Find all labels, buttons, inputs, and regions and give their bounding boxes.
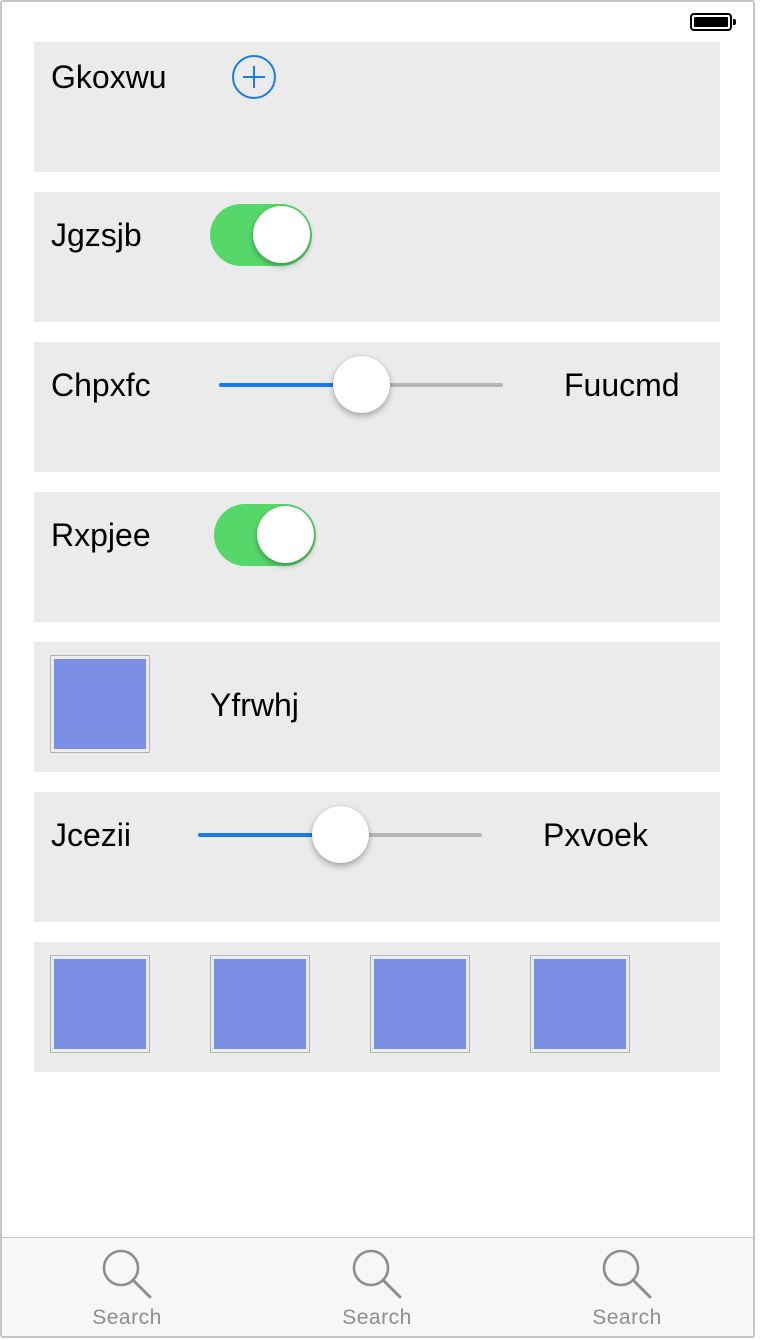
row-label: Chpxfc	[51, 367, 151, 403]
row-label: Jgzsjb	[51, 217, 142, 253]
tab-search-1[interactable]: Search	[2, 1238, 252, 1337]
search-icon	[602, 1249, 652, 1299]
slider[interactable]	[198, 805, 482, 865]
row-chpxfc: Chpxfc Fuucmd	[34, 342, 720, 472]
search-icon	[102, 1249, 152, 1299]
image-thumbnail[interactable]	[370, 955, 470, 1053]
row-jcezii: Jcezii Pxvoek	[34, 792, 720, 922]
row-label: Gkoxwu	[51, 59, 167, 95]
toggle-knob	[257, 506, 314, 563]
row-yfrwhj: Yfrwhj	[34, 642, 720, 772]
slider[interactable]	[219, 355, 503, 415]
row-gkoxwu: Gkoxwu	[34, 42, 720, 172]
tab-bar: Search Search Search	[2, 1237, 753, 1336]
row-label: Rxpjee	[51, 517, 151, 553]
tab-label: Search	[592, 1306, 662, 1329]
battery-full-icon	[690, 13, 736, 31]
image-thumbnail[interactable]	[530, 955, 630, 1053]
tab-label: Search	[342, 1306, 412, 1329]
search-icon	[352, 1249, 402, 1299]
row-thumbnails	[34, 942, 720, 1072]
image-thumbnail[interactable]	[50, 655, 150, 753]
slider-value-label: Fuucmd	[564, 367, 680, 403]
toggle-switch[interactable]	[210, 204, 312, 266]
slider-thumb[interactable]	[312, 806, 369, 863]
row-jgzsjb: Jgzsjb	[34, 192, 720, 322]
slider-value-label: Pxvoek	[543, 817, 648, 853]
tab-search-3[interactable]: Search	[502, 1238, 752, 1337]
toggle-switch[interactable]	[214, 504, 316, 566]
image-thumbnail[interactable]	[210, 955, 310, 1053]
image-thumbnail[interactable]	[50, 955, 150, 1053]
toggle-knob	[253, 206, 310, 263]
row-rxpjee: Rxpjee	[34, 492, 720, 622]
tab-label: Search	[92, 1306, 162, 1329]
row-label: Jcezii	[51, 817, 132, 853]
slider-thumb[interactable]	[333, 356, 390, 413]
add-circle-icon[interactable]	[232, 55, 276, 99]
tab-search-2[interactable]: Search	[252, 1238, 502, 1337]
row-label: Yfrwhj	[210, 687, 299, 723]
